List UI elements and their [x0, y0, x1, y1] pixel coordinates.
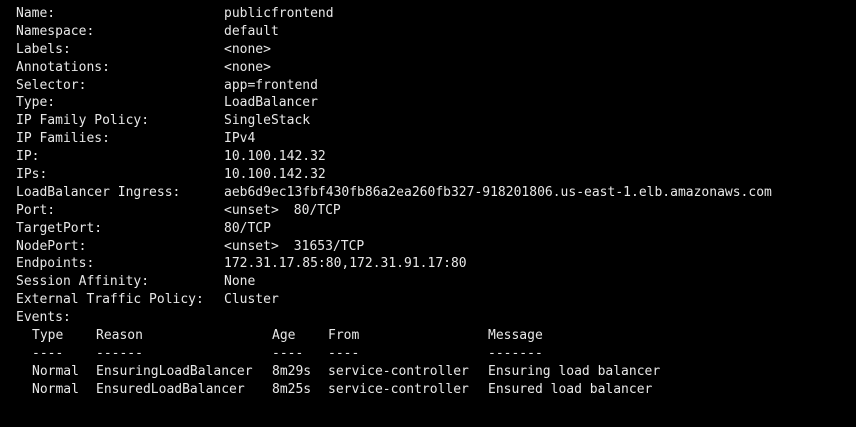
field-value: 172.31.17.85:80,172.31.91.17:80 [224, 256, 467, 272]
port-name: <unset> [224, 202, 279, 218]
events-header-reason: Reason [96, 328, 143, 344]
event-message: Ensured load balancer [488, 381, 653, 397]
field-key: Session Affinity: [16, 274, 150, 290]
field-key: Namespace: [16, 23, 95, 39]
field-value: None [224, 274, 256, 290]
separator: ---- [272, 345, 304, 361]
field-value: LoadBalancer [224, 95, 318, 111]
field-external-traffic-policy: External Traffic Policy: Cluster [16, 291, 856, 309]
field-ip: IP: 10.100.142.32 [16, 148, 856, 166]
field-key: NodePort: [16, 238, 87, 254]
field-ip-family-policy: IP Family Policy: SingleStack [16, 112, 856, 130]
field-value-group: <unset> 31653/TCP [224, 238, 364, 256]
separator: ------- [488, 345, 543, 361]
event-type: Normal [32, 381, 79, 397]
field-key: IP Family Policy: [16, 113, 150, 129]
events-header-age: Age [272, 328, 296, 344]
event-reason: EnsuredLoadBalancer [96, 381, 245, 397]
field-annotations: Annotations: <none> [16, 59, 856, 77]
events-header-row: Type Reason Age From Message [16, 327, 856, 345]
field-value: IPv4 [224, 131, 256, 147]
field-value: <none> [224, 59, 271, 75]
field-key: Name: [16, 6, 56, 21]
field-loadbalancer-ingress: LoadBalancer Ingress: aeb6d9ec13fbf430fb… [16, 184, 856, 202]
field-key: TargetPort: [16, 220, 103, 236]
field-key: Type: [16, 95, 56, 111]
field-selector: Selector: app=frontend [16, 77, 856, 95]
field-key: IP Families: [16, 131, 110, 147]
field-key: Labels: [16, 41, 71, 57]
event-age: 8m25s [272, 381, 312, 397]
field-namespace: Namespace: default [16, 23, 856, 41]
field-value: 10.100.142.32 [224, 167, 326, 183]
events-header-from: From [328, 328, 360, 344]
port-name: <unset> [224, 238, 279, 254]
events-separator-row: ---- ------ ---- ---- ------- [16, 345, 856, 363]
event-reason: EnsuringLoadBalancer [96, 363, 253, 379]
port-value: 80/TCP [293, 202, 341, 218]
event-row: Normal EnsuredLoadBalancer 8m25s service… [16, 381, 856, 399]
field-value: aeb6d9ec13fbf430fb86a2ea260fb327-9182018… [224, 184, 772, 200]
separator: ---- [328, 345, 360, 361]
separator: ---- [32, 345, 64, 361]
events-label: Events: [16, 309, 856, 327]
field-labels: Labels: <none> [16, 41, 856, 59]
field-type: Type: LoadBalancer [16, 94, 856, 112]
field-target-port: TargetPort: 80/TCP [16, 220, 856, 238]
event-row: Normal EnsuringLoadBalancer 8m29s servic… [16, 363, 856, 381]
field-value: app=frontend [224, 77, 318, 93]
field-key: Endpoints: [16, 256, 95, 272]
terminal-window[interactable]: Name: publicfrontend Namespace: default … [0, 0, 856, 427]
event-from: service-controller [328, 363, 469, 379]
event-message: Ensuring load balancer [488, 363, 661, 379]
field-key: External Traffic Policy: [16, 292, 204, 308]
field-session-affinity: Session Affinity: None [16, 273, 856, 291]
field-endpoints: Endpoints: 172.31.17.85:80,172.31.91.17:… [16, 255, 856, 273]
field-key: IPs: [16, 167, 48, 183]
field-ips: IPs: 10.100.142.32 [16, 166, 856, 184]
event-age: 8m29s [272, 363, 312, 379]
port-value: 31653/TCP [293, 238, 365, 254]
field-value: 80/TCP [224, 220, 271, 236]
field-value: 10.100.142.32 [224, 149, 326, 165]
events-title: Events: [16, 310, 71, 326]
field-value-group: <unset> 80/TCP [224, 202, 341, 220]
field-key: Annotations: [16, 59, 110, 75]
field-node-port: NodePort: <unset> 31653/TCP [16, 238, 856, 256]
field-value: Cluster [224, 292, 279, 308]
field-value: default [224, 23, 279, 39]
field-key: Port: [16, 202, 56, 218]
field-value: <none> [224, 41, 271, 57]
field-key: LoadBalancer Ingress: [16, 184, 181, 200]
field-key: IP: [16, 149, 40, 165]
separator: ------ [96, 345, 143, 361]
field-port: Port: <unset> 80/TCP [16, 202, 856, 220]
field-value: publicfrontend [224, 6, 334, 21]
field-key: Selector: [16, 77, 87, 93]
events-header-message: Message [488, 328, 543, 344]
field-value: SingleStack [224, 113, 311, 129]
events-header-type: Type [32, 328, 64, 344]
field-name: Name: publicfrontend [16, 5, 856, 23]
event-from: service-controller [328, 381, 469, 397]
event-type: Normal [32, 363, 79, 379]
field-ip-families: IP Families: IPv4 [16, 130, 856, 148]
